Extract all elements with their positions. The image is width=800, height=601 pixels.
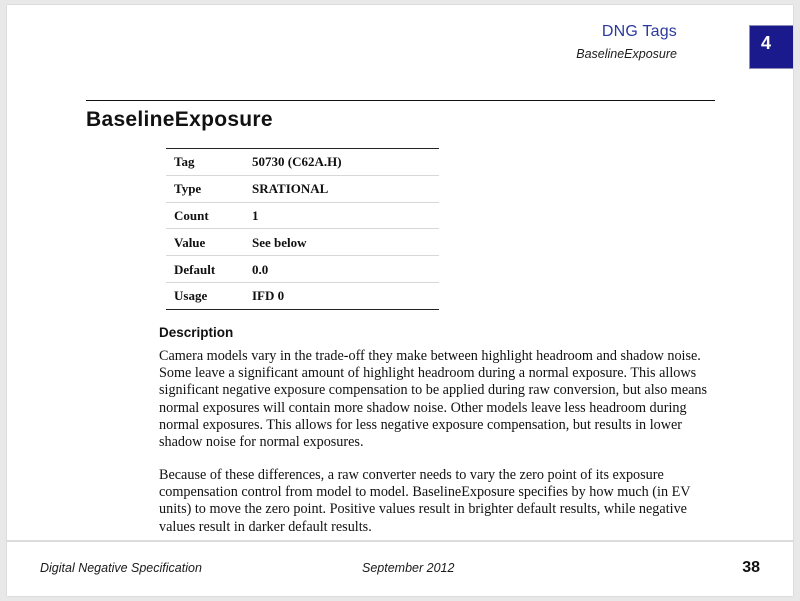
table-cell-label: Type (166, 175, 242, 203)
table-cell-value: 50730 (C62A.H) (242, 148, 439, 176)
table-cell-label: Default (166, 255, 242, 283)
table-cell-label: Tag (166, 148, 242, 176)
table-row: Default 0.0 (166, 255, 439, 283)
table-cell-value: IFD 0 (242, 282, 439, 310)
tag-spec-table: Tag 50730 (C62A.H) Type SRATIONAL Count … (166, 148, 439, 310)
title-divider (86, 100, 715, 101)
document-page: DNG Tags BaselineExposure 4 BaselineExpo… (7, 5, 793, 596)
page-footer: Digital Negative Specification September… (7, 559, 793, 587)
footer-date: September 2012 (362, 561, 455, 575)
chapter-number: 4 (761, 33, 772, 53)
page-title: BaselineExposure (86, 108, 273, 131)
table-cell-value: SRATIONAL (242, 175, 439, 203)
table-cell-value: 1 (242, 202, 439, 230)
table-cell-label: Count (166, 202, 242, 230)
header-subtitle: BaselineExposure (576, 47, 677, 61)
table-cell-label: Usage (166, 282, 242, 310)
table-row: Value See below (166, 228, 439, 257)
footer-page-number: 38 (742, 559, 760, 576)
chapter-number-box: 4 (749, 25, 793, 69)
description-heading: Description (159, 325, 234, 340)
table-row: Type SRATIONAL (166, 175, 439, 203)
description-paragraph: Camera models vary in the trade-off they… (159, 348, 708, 451)
table-cell-value: 0.0 (242, 255, 439, 283)
footer-document-title: Digital Negative Specification (40, 561, 202, 575)
footer-divider (7, 540, 793, 542)
table-row: Count 1 (166, 202, 439, 230)
tag-spec-table-body: Tag 50730 (C62A.H) Type SRATIONAL Count … (166, 148, 439, 310)
header-section-title: DNG Tags (601, 23, 677, 40)
table-cell-value: See below (242, 228, 439, 257)
table-cell-label: Value (166, 228, 242, 257)
table-row: Tag 50730 (C62A.H) (166, 148, 439, 176)
description-paragraph: Because of these differences, a raw conv… (159, 467, 691, 535)
page-header: DNG Tags BaselineExposure 4 (7, 5, 793, 77)
table-row: Usage IFD 0 (166, 282, 439, 310)
